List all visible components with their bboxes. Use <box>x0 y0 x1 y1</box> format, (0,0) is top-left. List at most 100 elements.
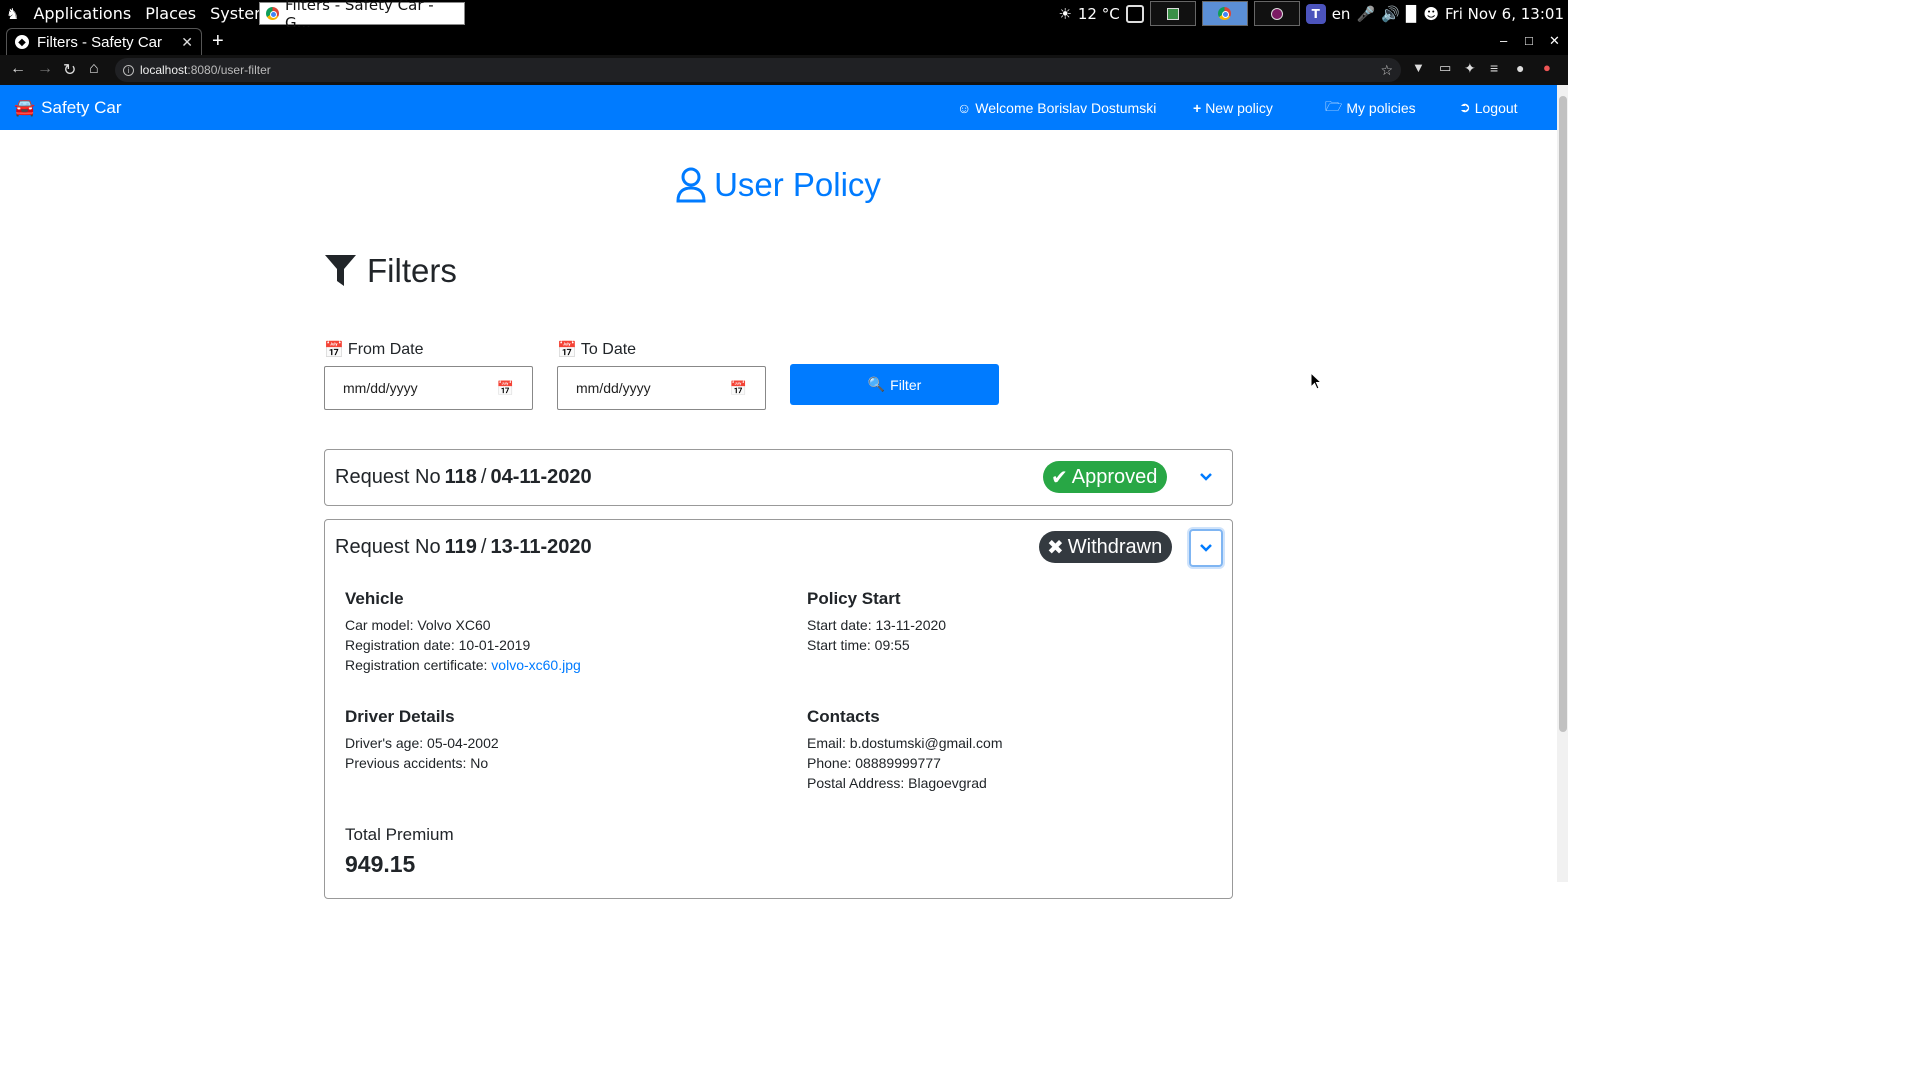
filters-heading-text: Filters <box>367 252 457 289</box>
status-badge: ✔ Approved <box>1043 461 1168 493</box>
system-tray: ☀ 12 °C T en 🎤 🔊 ▉ ☻ Fri Nov 6, 13:01 <box>1058 0 1564 27</box>
tab-title: Filters - Safety Car <box>37 33 163 51</box>
filter-icon <box>325 255 356 286</box>
app-icon <box>1270 7 1283 20</box>
start-time: Start time: 09:55 <box>807 637 910 653</box>
request-date: 04-11-2020 <box>490 466 592 488</box>
request-card: Request No 118 / 04-11-2020 ✔ Approved <box>324 449 1233 506</box>
expand-button[interactable] <box>1189 458 1223 496</box>
nav-welcome-label: Welcome Borislav Dostumski <box>975 99 1157 116</box>
maximize-icon[interactable]: □ <box>1525 33 1533 48</box>
os-menu-applications[interactable]: Applications <box>33 4 131 23</box>
previous-accidents: Previous accidents: No <box>345 755 489 771</box>
os-menu-places[interactable]: Places <box>145 4 196 23</box>
car-crash-icon: 🚘 <box>14 97 36 117</box>
from-date-placeholder: mm/dd/yyyy <box>343 380 418 396</box>
request-prefix: Request No <box>335 536 441 558</box>
update-icon[interactable]: ● <box>1543 60 1551 75</box>
chat-extension-icon[interactable]: ▭ <box>1439 60 1451 76</box>
keyboard-layout[interactable]: en <box>1332 5 1351 23</box>
weather-temp: 12 °C <box>1077 4 1120 23</box>
driver-details-title: Driver Details <box>345 707 455 726</box>
filters-heading: Filters <box>324 252 457 290</box>
bookmark-star-icon[interactable]: ☆ <box>1380 62 1393 79</box>
brand-link[interactable]: 🚘 Safety Car <box>14 85 121 130</box>
info-icon[interactable]: i <box>123 64 134 76</box>
registration-certificate-label: Registration certificate: <box>345 657 492 673</box>
request-date: 13-11-2020 <box>490 536 592 558</box>
profile-avatar-icon[interactable]: ● <box>1516 60 1524 76</box>
filter-button[interactable]: 🔍 Filter <box>790 364 999 405</box>
chrome-icon <box>1218 7 1232 20</box>
trash-icon[interactable] <box>1125 4 1144 23</box>
request-separator: / <box>480 536 487 558</box>
registration-certificate-link[interactable]: volvo-xc60.jpg <box>491 657 581 673</box>
nav-welcome[interactable]: ☺ Welcome Borislav Dostumski <box>957 85 1156 130</box>
teams-icon[interactable]: T <box>1305 3 1326 24</box>
chevron-down-icon <box>1200 473 1212 481</box>
calendar-icon: 📅 <box>324 342 344 359</box>
mouse-cursor-icon <box>1310 372 1322 390</box>
microphone-icon[interactable]: 🎤 <box>1356 5 1375 23</box>
nav-new-policy-label: New policy <box>1205 99 1273 116</box>
status-badge-text: Withdrawn <box>1067 535 1163 558</box>
extensions-icon[interactable]: ✦ <box>1464 60 1476 77</box>
nav-logout-label: Logout <box>1474 99 1518 116</box>
nav-new-policy[interactable]: + New policy <box>1193 85 1273 130</box>
sign-out-icon: ➲ <box>1459 99 1471 115</box>
calendar-picker-icon[interactable]: 📅 <box>497 380 514 397</box>
gnome-foot-icon[interactable]: ♞ <box>6 5 19 23</box>
to-date-label: 📅 To Date <box>557 340 636 360</box>
contact-phone: Phone: 08889999777 <box>807 755 941 771</box>
tray-window-3[interactable] <box>1253 1 1300 26</box>
vehicle-title: Vehicle <box>345 589 404 608</box>
weather-icon: ☀ <box>1058 4 1072 23</box>
status-badge: ✖ Withdrawn <box>1039 531 1173 563</box>
browser-tab[interactable]: ◆ Filters - Safety Car ✕ <box>6 28 202 55</box>
page-scrollbar-thumb[interactable] <box>1559 96 1567 732</box>
browser-toolbar: ← → ↻ ⌂ i localhost:8080/user-filter ☆ ▼… <box>0 55 1568 85</box>
tray-window-2[interactable] <box>1201 1 1248 26</box>
taskbar-window-button[interactable]: Filters - Safety Car - G... <box>259 0 465 32</box>
window-close-icon[interactable]: ✕ <box>1549 33 1560 49</box>
request-card: Request No 119 / 13-11-2020 ✖ Withdrawn … <box>324 519 1233 899</box>
from-date-input[interactable]: mm/dd/yyyy 📅 <box>324 366 533 410</box>
search-icon: 🔍 <box>867 376 886 392</box>
tray-window-1[interactable] <box>1149 1 1196 26</box>
to-date-placeholder: mm/dd/yyyy <box>576 380 651 396</box>
plus-icon: + <box>1193 99 1202 116</box>
filter-button-label: Filter <box>890 376 922 393</box>
reading-list-icon[interactable]: ≡ <box>1490 60 1498 76</box>
request-separator: / <box>480 466 487 488</box>
reload-icon[interactable]: ↻ <box>63 60 76 80</box>
signal-icon[interactable]: ▉ <box>1406 5 1418 23</box>
home-icon[interactable]: ⌂ <box>89 60 99 78</box>
nav-my-policies-label: My policies <box>1346 99 1416 116</box>
chrome-icon <box>266 7 279 20</box>
collapse-button[interactable] <box>1189 529 1223 567</box>
favicon-icon: ◆ <box>15 35 29 49</box>
minimize-icon[interactable]: – <box>1500 33 1507 48</box>
driver-age: Driver's age: 05-04-2002 <box>345 735 499 751</box>
times-icon: ✖ <box>1047 536 1064 559</box>
back-icon[interactable]: ← <box>10 60 26 78</box>
user-icon[interactable]: ☻ <box>1423 5 1439 23</box>
clock[interactable]: Fri Nov 6, 13:01 <box>1445 5 1564 23</box>
calendar-picker-icon[interactable]: 📅 <box>730 380 747 397</box>
tab-close-icon[interactable]: ✕ <box>181 34 193 51</box>
vpn-extension-icon[interactable]: ▼ <box>1412 60 1425 75</box>
car-model: Car model: Volvo XC60 <box>345 617 491 633</box>
policy-start-title: Policy Start <box>807 589 901 608</box>
status-badge-text: Approved <box>1071 465 1158 488</box>
to-date-input[interactable]: mm/dd/yyyy 📅 <box>557 366 766 410</box>
nav-my-policies[interactable]: 🗁 My policies <box>1325 85 1416 130</box>
request-number: 118 <box>444 466 477 488</box>
forward-icon[interactable]: → <box>37 60 53 78</box>
address-bar[interactable]: i localhost:8080/user-filter ☆ <box>115 58 1401 82</box>
new-tab-button[interactable]: + <box>212 31 224 51</box>
nav-logout[interactable]: ➲ Logout <box>1459 85 1518 130</box>
os-top-panel: ♞ Applications Places System Filters - S… <box>0 0 1568 32</box>
user-icon <box>676 167 706 203</box>
volume-icon[interactable]: 🔊 <box>1381 5 1400 23</box>
from-date-label: 📅 From Date <box>324 340 424 360</box>
